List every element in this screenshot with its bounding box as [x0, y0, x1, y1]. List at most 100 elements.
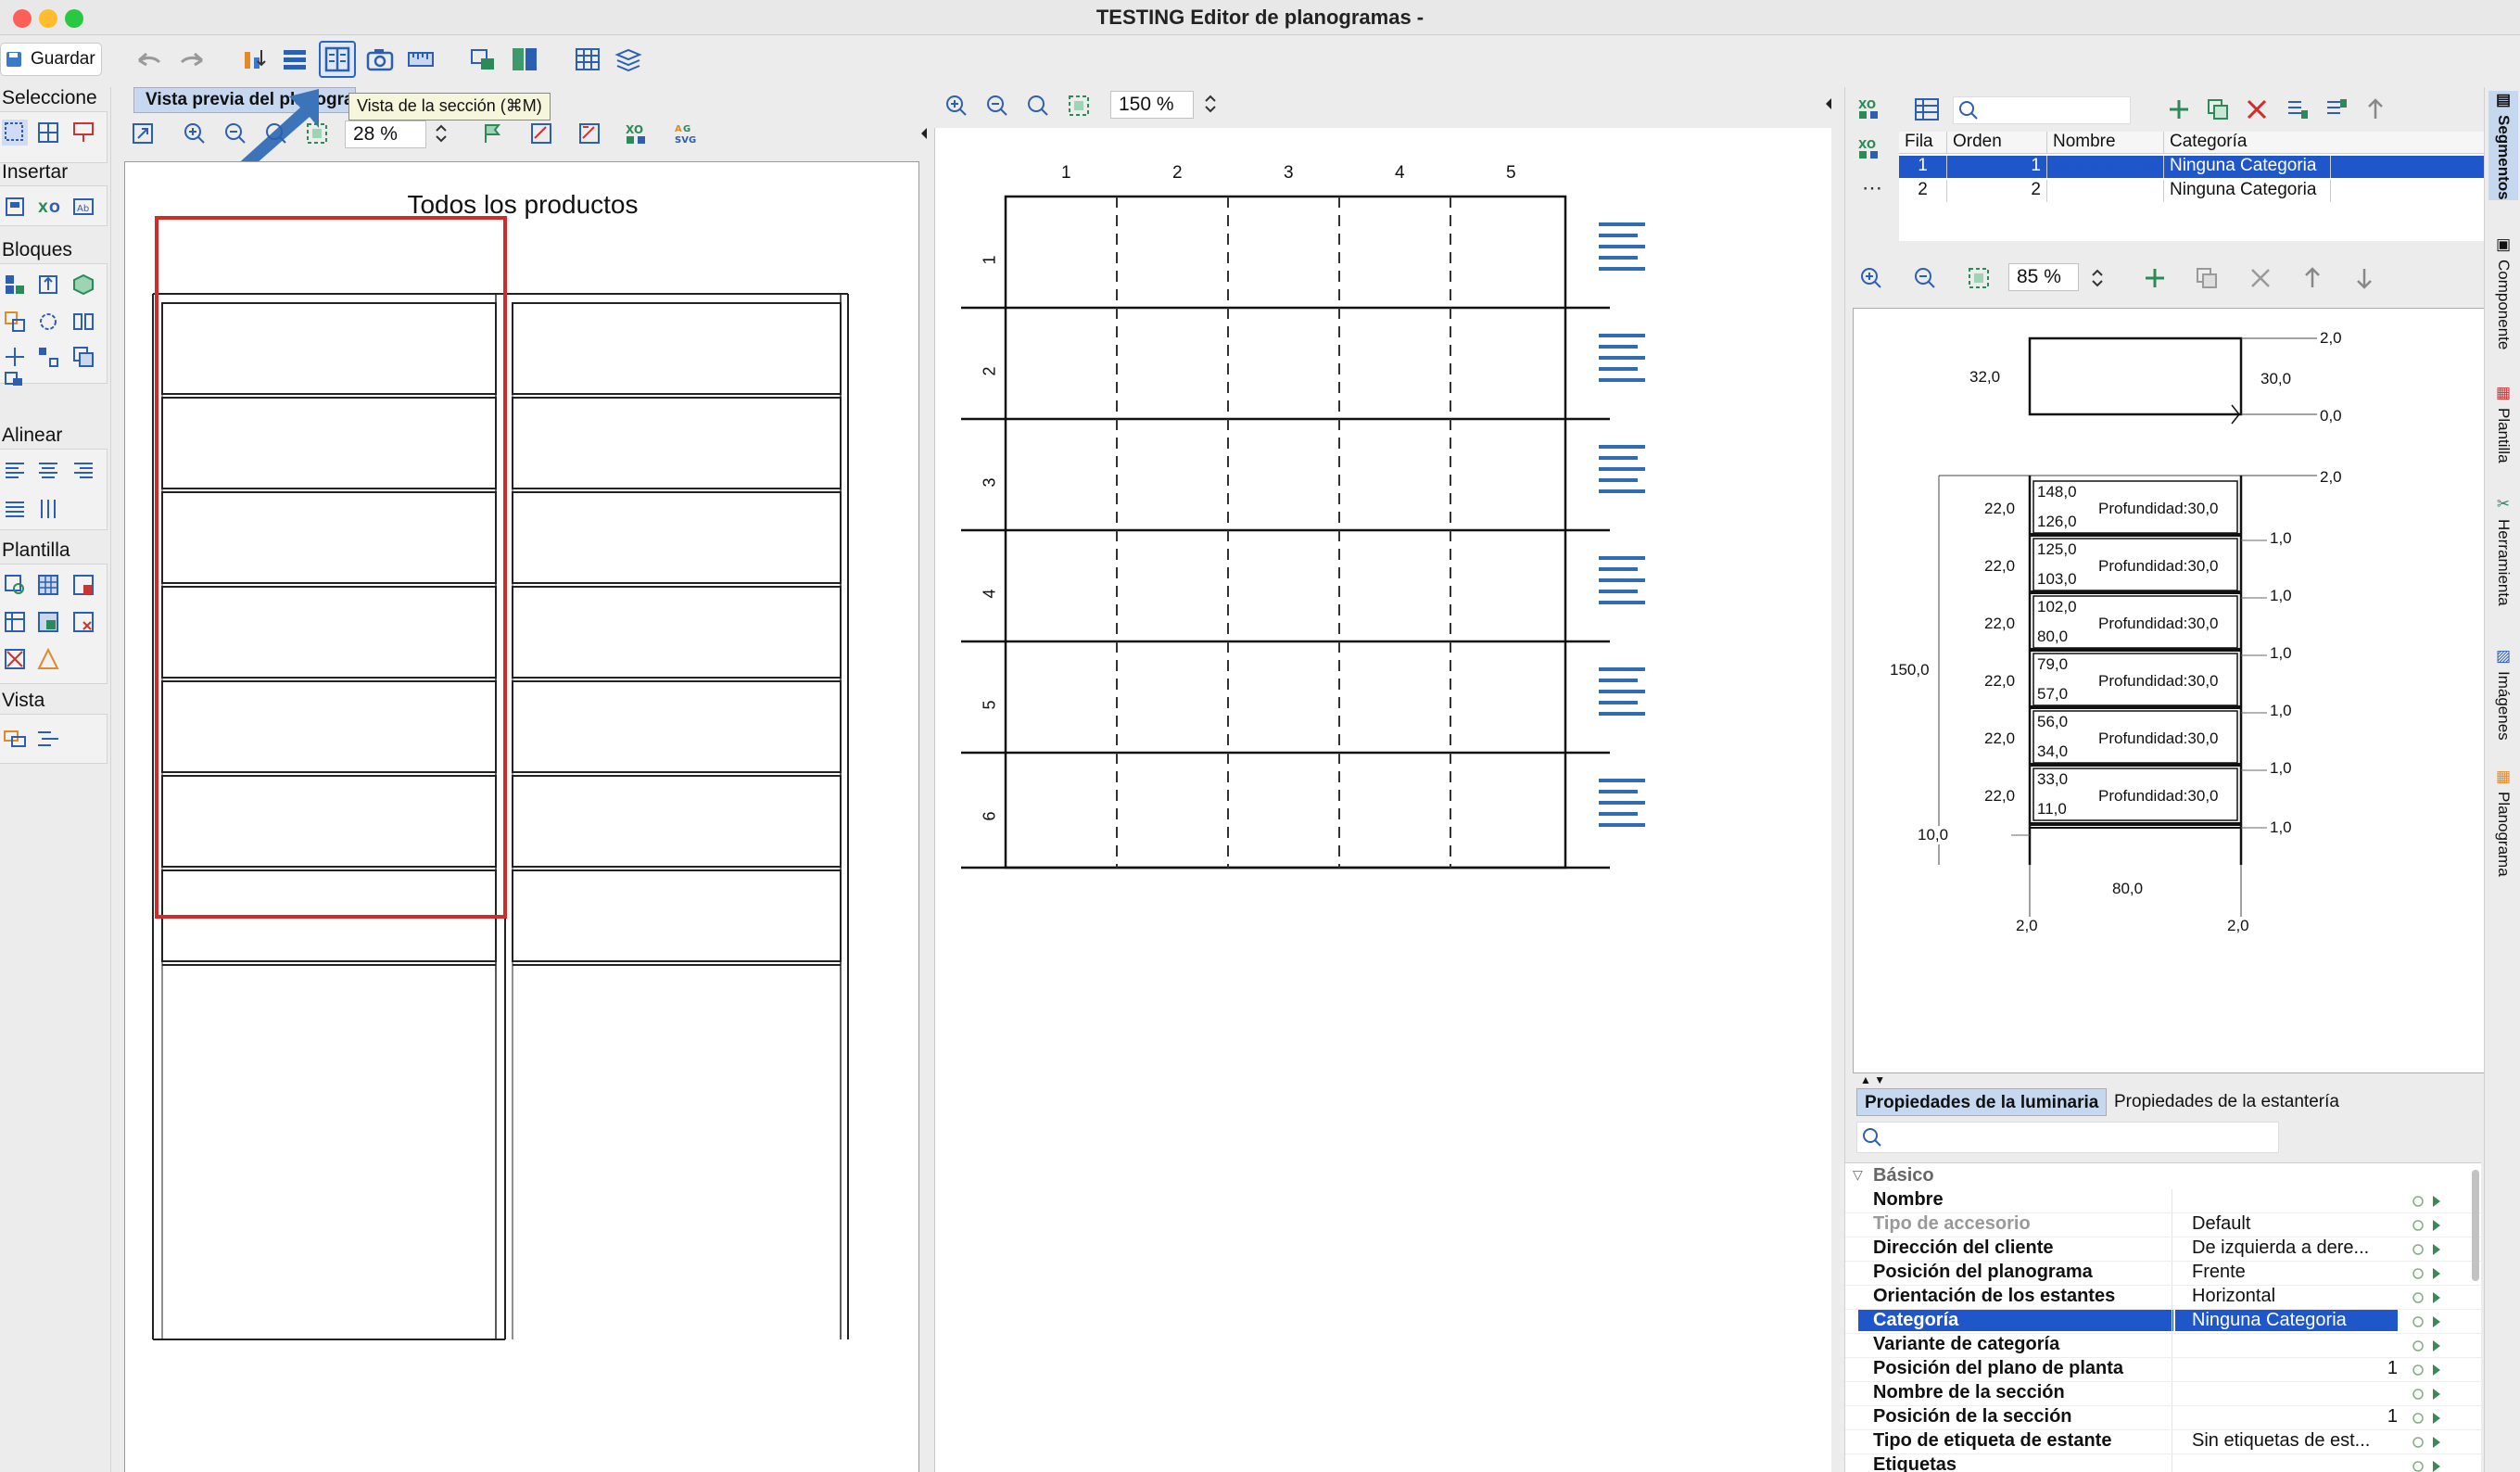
align-left-icon[interactable]: [2, 457, 28, 483]
preview-collapse-icon[interactable]: [919, 124, 929, 143]
column-header-nombre[interactable]: Nombre: [2047, 132, 2164, 154]
shelf-view-button[interactable]: [278, 43, 311, 76]
dims-up-icon[interactable]: [2298, 263, 2327, 293]
book-view-button[interactable]: [508, 43, 541, 76]
section-zoom-in-icon[interactable]: [943, 93, 969, 119]
properties-search-field[interactable]: [1856, 1122, 2279, 1153]
delete-segment-button[interactable]: [2242, 95, 2272, 124]
insert-text-icon[interactable]: Ab: [70, 194, 96, 220]
property-row[interactable]: Tipo de etiqueta de estante Sin etiquetas…: [1845, 1430, 2481, 1454]
dims-copy-icon[interactable]: [2192, 263, 2222, 293]
select-grid-icon[interactable]: [35, 120, 61, 146]
insert-shelf-icon[interactable]: [2, 194, 28, 220]
add-segment-button[interactable]: [2164, 95, 2194, 124]
section-zoom-out-icon[interactable]: [984, 93, 1010, 119]
segment-settings-button[interactable]: [2283, 95, 2312, 124]
block-rotate-icon[interactable]: [35, 309, 61, 335]
redo-button[interactable]: [176, 43, 209, 76]
preview-flag-icon[interactable]: [480, 121, 506, 146]
tab-shelving-properties[interactable]: Propiedades de la estantería: [2107, 1088, 2347, 1116]
preview-zoom-stepper-icon[interactable]: [432, 121, 450, 146]
preview-price-icon[interactable]: [576, 121, 602, 146]
property-value[interactable]: Sin etiquetas de est...: [2192, 1430, 2396, 1452]
template-delete-icon[interactable]: [70, 609, 96, 635]
preview-export-icon[interactable]: [130, 121, 156, 146]
dims-down-icon[interactable]: [2349, 263, 2379, 293]
property-reset-icon[interactable]: [2411, 1338, 2448, 1354]
block-split-icon[interactable]: [70, 309, 96, 335]
sidetab-tool[interactable]: ✂ Herramienta: [2488, 495, 2518, 606]
property-row[interactable]: Nombre de la sección: [1845, 1382, 2481, 1406]
properties-scrollbar[interactable]: [2472, 1170, 2479, 1281]
camera-button[interactable]: [363, 43, 397, 76]
property-row[interactable]: Categoría Ninguna Categoria: [1845, 1310, 2481, 1334]
align-right-icon[interactable]: [70, 457, 96, 483]
property-reset-icon[interactable]: [2411, 1410, 2448, 1427]
sidetab-template[interactable]: ▦ Plantilla: [2488, 384, 2518, 463]
segment-xo-icon[interactable]: XO: [1856, 95, 1886, 124]
preview-zoom-field[interactable]: 28 %: [345, 121, 426, 148]
property-reset-icon[interactable]: [2411, 1241, 2448, 1258]
dims-zoom-out-icon[interactable]: [1910, 263, 1940, 293]
sort-tool-button[interactable]: [237, 43, 271, 76]
property-row[interactable]: Nombre: [1845, 1189, 2481, 1213]
property-row[interactable]: Orientación de los estantes Horizontal: [1845, 1286, 2481, 1310]
property-value[interactable]: De izquierda a dere...: [2192, 1237, 2396, 1259]
sidetab-segments[interactable]: ▤ Segmentos: [2488, 91, 2518, 200]
section-zoom-reset-icon[interactable]: [1025, 93, 1051, 119]
select-product-icon[interactable]: [70, 120, 96, 146]
property-reset-icon[interactable]: [2411, 1458, 2448, 1472]
template-apply-icon[interactable]: [35, 609, 61, 635]
table-row[interactable]: 2 2 Ninguna Categoria Ninguna Categoria: [1899, 180, 2485, 202]
template-warning-icon[interactable]: [35, 646, 61, 672]
segment-table-icon[interactable]: [1912, 95, 1942, 124]
section-zoom-field[interactable]: 150 %: [1110, 91, 1194, 119]
block-copy-icon[interactable]: [70, 344, 96, 370]
sidetab-planogram[interactable]: ▦ Planograma: [2488, 768, 2518, 877]
property-row[interactable]: Posición del plano de planta 1: [1845, 1358, 2481, 1382]
property-row[interactable]: Etiquetas: [1845, 1454, 2481, 1472]
dims-delete-icon[interactable]: [2246, 263, 2275, 293]
planogram-map-button[interactable]: [612, 43, 645, 76]
column-header-orden[interactable]: Orden: [1947, 132, 2047, 154]
property-row[interactable]: Variante de categoría: [1845, 1334, 2481, 1358]
align-center-icon[interactable]: [35, 457, 61, 483]
dims-zoom-in-icon[interactable]: [1856, 263, 1886, 293]
section-fit-icon[interactable]: [1066, 93, 1092, 119]
preview-svg-icon[interactable]: A G SVG: [673, 121, 699, 146]
template-new-icon[interactable]: [2, 609, 28, 635]
align-columns-icon[interactable]: [35, 496, 61, 522]
preview-zoom-out-icon[interactable]: [222, 121, 248, 146]
column-header-categoria[interactable]: Categoría: [2164, 132, 2485, 154]
preview-xo-icon[interactable]: XO: [625, 121, 651, 146]
dims-add-icon[interactable]: [2140, 263, 2170, 293]
property-row[interactable]: Tipo de accesorio Default: [1845, 1213, 2481, 1237]
view-layers-icon[interactable]: [2, 726, 28, 752]
table-button[interactable]: [571, 43, 604, 76]
preview-label-icon[interactable]: [528, 121, 554, 146]
block-merge-icon[interactable]: [2, 309, 28, 335]
property-reset-icon[interactable]: [2411, 1289, 2448, 1306]
block-resize-icon[interactable]: [35, 272, 61, 298]
property-reset-icon[interactable]: [2411, 1386, 2448, 1402]
template-edit-icon[interactable]: [70, 572, 96, 598]
property-reset-icon[interactable]: [2411, 1362, 2448, 1378]
property-value[interactable]: Frente: [2192, 1262, 2396, 1283]
property-reset-icon[interactable]: [2411, 1217, 2448, 1234]
more-icon[interactable]: ⋯: [1862, 176, 1882, 200]
property-group-header[interactable]: ▽ Básico: [1845, 1165, 2481, 1189]
insert-xo-icon[interactable]: XO: [35, 194, 61, 220]
segment-xo-small-icon[interactable]: XO: [1856, 135, 1886, 163]
view-list-icon[interactable]: [35, 726, 61, 752]
tab-luminaire-properties[interactable]: Propiedades de la luminaria: [1856, 1088, 2108, 1116]
save-button[interactable]: Guardar: [0, 43, 102, 76]
column-header-fila[interactable]: Fila: [1899, 132, 1947, 154]
property-value[interactable]: Ninguna Categoria: [2175, 1310, 2398, 1331]
template-search-icon[interactable]: [2, 572, 28, 598]
property-value[interactable]: Horizontal: [2192, 1286, 2396, 1307]
table-row[interactable]: 1 1 Ninguna Categoria Ninguna Categoria: [1899, 156, 2485, 178]
block-move-icon[interactable]: [2, 344, 28, 370]
sidetab-component[interactable]: ▣ Componente: [2488, 235, 2518, 349]
block-extra-icon[interactable]: [2, 370, 28, 388]
dims-zoom-field[interactable]: 85 %: [2008, 263, 2079, 291]
